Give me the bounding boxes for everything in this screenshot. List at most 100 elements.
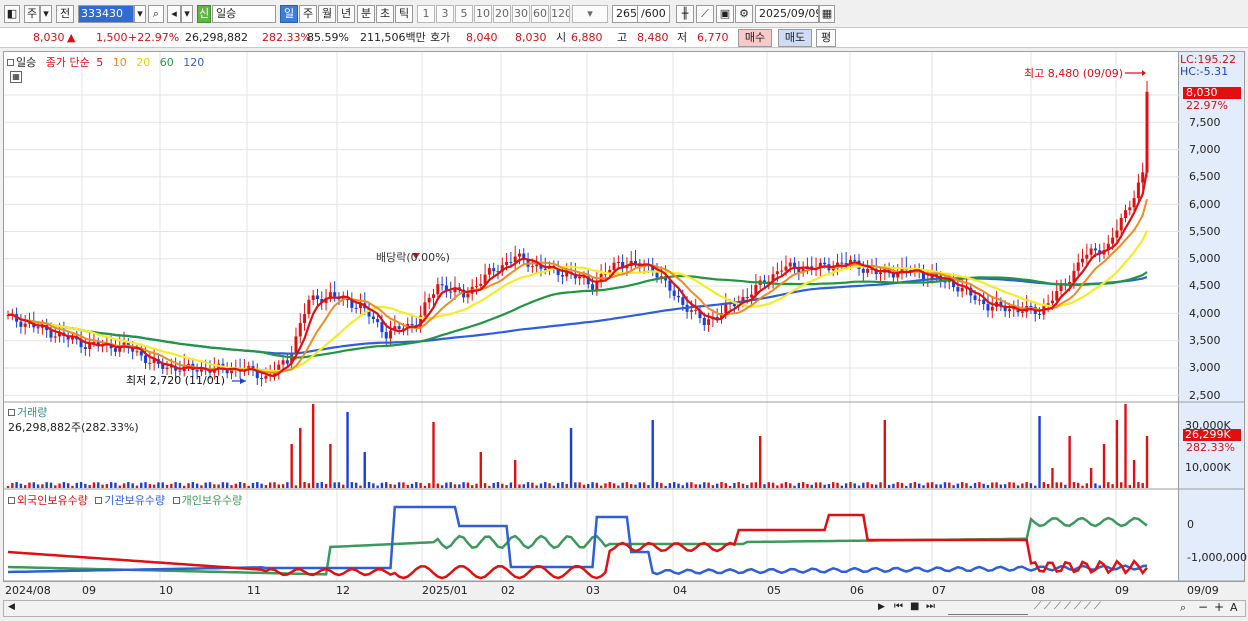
minute-interval-button[interactable]: 30 [512,5,530,23]
horizontal-scrollbar[interactable]: ◀ ▶ ⏮ ■ ⏭ ⟋⟋⟋⟋⟋⟋⟋ ⌕ − + A [3,600,1246,617]
volume-bar [148,484,152,488]
period-button[interactable]: 분 [357,5,375,23]
volume-bar [991,482,994,488]
data-count-input[interactable]: 265 [612,5,638,23]
candle-body [853,259,857,261]
vol-current-tag: 26,299K [1183,429,1241,441]
volume-bar [1124,404,1127,488]
volume-bar [647,484,650,488]
minute-interval-button[interactable]: 10 [474,5,492,23]
x-axis-label: 07 [932,584,946,597]
candle-body [960,287,964,292]
volume-bar [195,483,199,488]
zoom-search-icon[interactable]: ⌕ [1180,601,1186,615]
interval-select[interactable]: ▾ [572,5,608,23]
candle-body [694,309,698,311]
volume-bar [604,483,607,488]
prev-button[interactable]: 전 [56,5,74,23]
period-button[interactable]: 년 [337,5,355,23]
stock-code-input[interactable]: 333430 [78,5,134,23]
code-dropdown-icon[interactable]: ▾ [134,5,146,23]
volume-bar [905,485,908,488]
buy-button[interactable]: 매수 [738,29,772,47]
volume-bar [101,484,104,488]
candle-body [530,266,534,268]
candle-body [376,319,380,323]
minute-interval-button[interactable]: 60 [531,5,549,23]
volume-bar [840,485,844,488]
market-select[interactable]: 주 [24,5,40,23]
volume-bar [715,483,719,488]
candle-body [36,327,40,329]
volume-bar [204,482,207,488]
price-change-pct: +22.97% [128,31,180,44]
volume-bar [363,452,366,488]
zoom-in-icon[interactable]: + [1214,600,1224,614]
volume-bar [582,484,586,488]
volume-bar [88,484,91,488]
low-annotation: 최저 2,720 (11/01) [126,374,226,387]
minute-interval-button[interactable]: 120 [550,5,570,23]
volume-bar [1016,485,1020,488]
scroll-right-icon[interactable]: ▶ [878,602,885,612]
volume-bar [767,482,770,488]
volume-bar [1120,482,1123,488]
settings-gear-icon[interactable]: ⚙ [735,5,753,23]
auto-scale-icon[interactable]: A [1230,601,1238,614]
period-button[interactable]: 초 [376,5,394,23]
volume-bar [535,485,538,488]
minute-interval-button[interactable]: 20 [493,5,511,23]
grid-toggle-icon[interactable]: ▦ [10,71,22,83]
search-icon[interactable]: ⌕ [148,5,164,23]
x-axis-label: 09 [1115,584,1129,597]
speaker-dropdown-icon[interactable]: ▾ [181,5,193,23]
sell-button[interactable]: 매도 [778,29,812,47]
bid-price: 8,030 [515,31,547,44]
chart-menu-icon[interactable]: ◧ [4,5,20,23]
candle-type-icon[interactable]: ╫ [676,5,694,23]
zoom-slider[interactable] [948,601,1028,615]
volume-bar [247,485,250,488]
market-dropdown-icon[interactable]: ▾ [40,5,52,23]
price-axis-tick: 5,000 [1189,252,1221,265]
minute-interval-button[interactable]: 1 [417,5,435,23]
chart-area[interactable]: 일승 종가 단순 5 10 20 60 120 ▦ 거래량 26,298,882… [3,51,1180,582]
zoom-out-icon[interactable]: − [1198,600,1208,614]
avg-button[interactable]: 평 [816,29,836,47]
save-icon[interactable]: ▣ [716,5,734,23]
candle-body [707,319,711,325]
scroll-left-icon[interactable]: ◀ [8,602,15,612]
price-axis-tick: 3,000 [1189,361,1221,374]
volume-bar [617,485,620,488]
minute-interval-button[interactable]: 5 [455,5,473,23]
candle-body [479,283,483,286]
calendar-icon[interactable]: ▦ [819,5,835,23]
stock-name-field[interactable]: 일승 [212,5,276,23]
candle-body [1119,217,1123,231]
period-button[interactable]: 월 [318,5,336,23]
volume-bar [763,484,766,488]
candle-body [53,336,57,338]
volume-bar [548,483,551,488]
volume-bar [561,482,564,488]
volume-bar [170,483,173,488]
stop-icon[interactable]: ■ [910,601,919,612]
drawing-tools-icon[interactable]: ⟋⟋⟋⟋⟋⟋⟋ [1034,601,1104,612]
volume-bar [909,483,912,488]
speaker-icon[interactable]: ◂ [167,5,181,23]
line-tool-icon[interactable]: ⟋ [696,5,714,23]
period-button[interactable]: 틱 [395,5,413,23]
candle-body [672,290,676,296]
rewind-icon[interactable]: ⏮ [894,601,903,612]
minute-interval-button[interactable]: 3 [436,5,454,23]
high-price: 8,480 [637,31,669,44]
candle-body [487,268,491,275]
period-button[interactable]: 일 [280,5,298,23]
period-button[interactable]: 주 [299,5,317,23]
volume-bar [105,484,109,488]
date-input[interactable]: 2025/09/09 [755,5,819,23]
forward-icon[interactable]: ⏭ [926,601,935,612]
volume-bar [509,482,513,488]
volume-value-label: 26,298,882주(282.33%) [8,421,139,434]
candle-body [1081,258,1085,263]
